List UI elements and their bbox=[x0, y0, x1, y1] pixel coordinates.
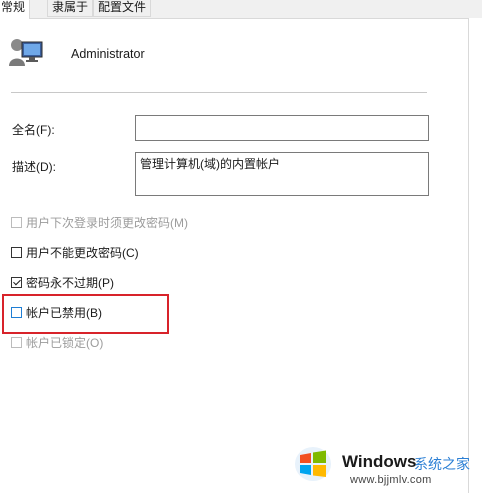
windows-flag-icon bbox=[295, 447, 331, 481]
fullname-field[interactable] bbox=[135, 115, 429, 141]
tab-label: 隶属于 bbox=[52, 0, 89, 14]
checkbox-must-change-password[interactable]: 用户下次登录时须更改密码(M) bbox=[11, 214, 188, 230]
user-name: Administrator bbox=[71, 47, 145, 61]
divider bbox=[11, 92, 427, 93]
checkbox-box[interactable] bbox=[11, 276, 22, 288]
tab-label: 常规 bbox=[1, 0, 26, 14]
checkbox-label: 用户不能更改密码(C) bbox=[26, 245, 139, 260]
checkbox-label: 帐户已锁定(O) bbox=[26, 335, 104, 350]
fullname-label: 全名(F): bbox=[12, 123, 55, 137]
tab-label: 配置文件 bbox=[98, 0, 147, 14]
checkbox-label: 用户下次登录时须更改密码(M) bbox=[26, 215, 188, 230]
checkbox-box[interactable] bbox=[11, 216, 22, 228]
description-label: 描述(D): bbox=[12, 160, 56, 174]
checkbox-label: 密码永不过期(P) bbox=[26, 275, 114, 290]
tab-profile[interactable]: 配置文件 bbox=[93, 0, 152, 17]
checkbox-account-locked[interactable]: 帐户已锁定(O) bbox=[11, 334, 103, 350]
tab-general[interactable]: 常规 bbox=[0, 0, 31, 19]
tab-strip: 常规 隶属于 配置文件 bbox=[0, 0, 482, 19]
watermark-title: Windows bbox=[342, 452, 417, 471]
watermark: Windows 系统之家 www.bjjmlv.com bbox=[290, 440, 482, 492]
checkbox-cannot-change-password[interactable]: 用户不能更改密码(C) bbox=[11, 244, 139, 260]
highlight-box bbox=[2, 294, 169, 334]
checkbox-box[interactable] bbox=[11, 336, 22, 348]
checkbox-password-never-expires[interactable]: 密码永不过期(P) bbox=[11, 274, 114, 290]
watermark-subtitle: 系统之家 bbox=[414, 456, 470, 472]
description-field[interactable]: 管理计算机(域)的内置帐户 bbox=[135, 152, 429, 196]
tab-member-of[interactable]: 隶属于 bbox=[47, 0, 94, 17]
checkbox-box[interactable] bbox=[11, 246, 22, 258]
user-monitor-icon bbox=[9, 39, 43, 66]
watermark-url: www.bjjmlv.com bbox=[350, 474, 432, 486]
